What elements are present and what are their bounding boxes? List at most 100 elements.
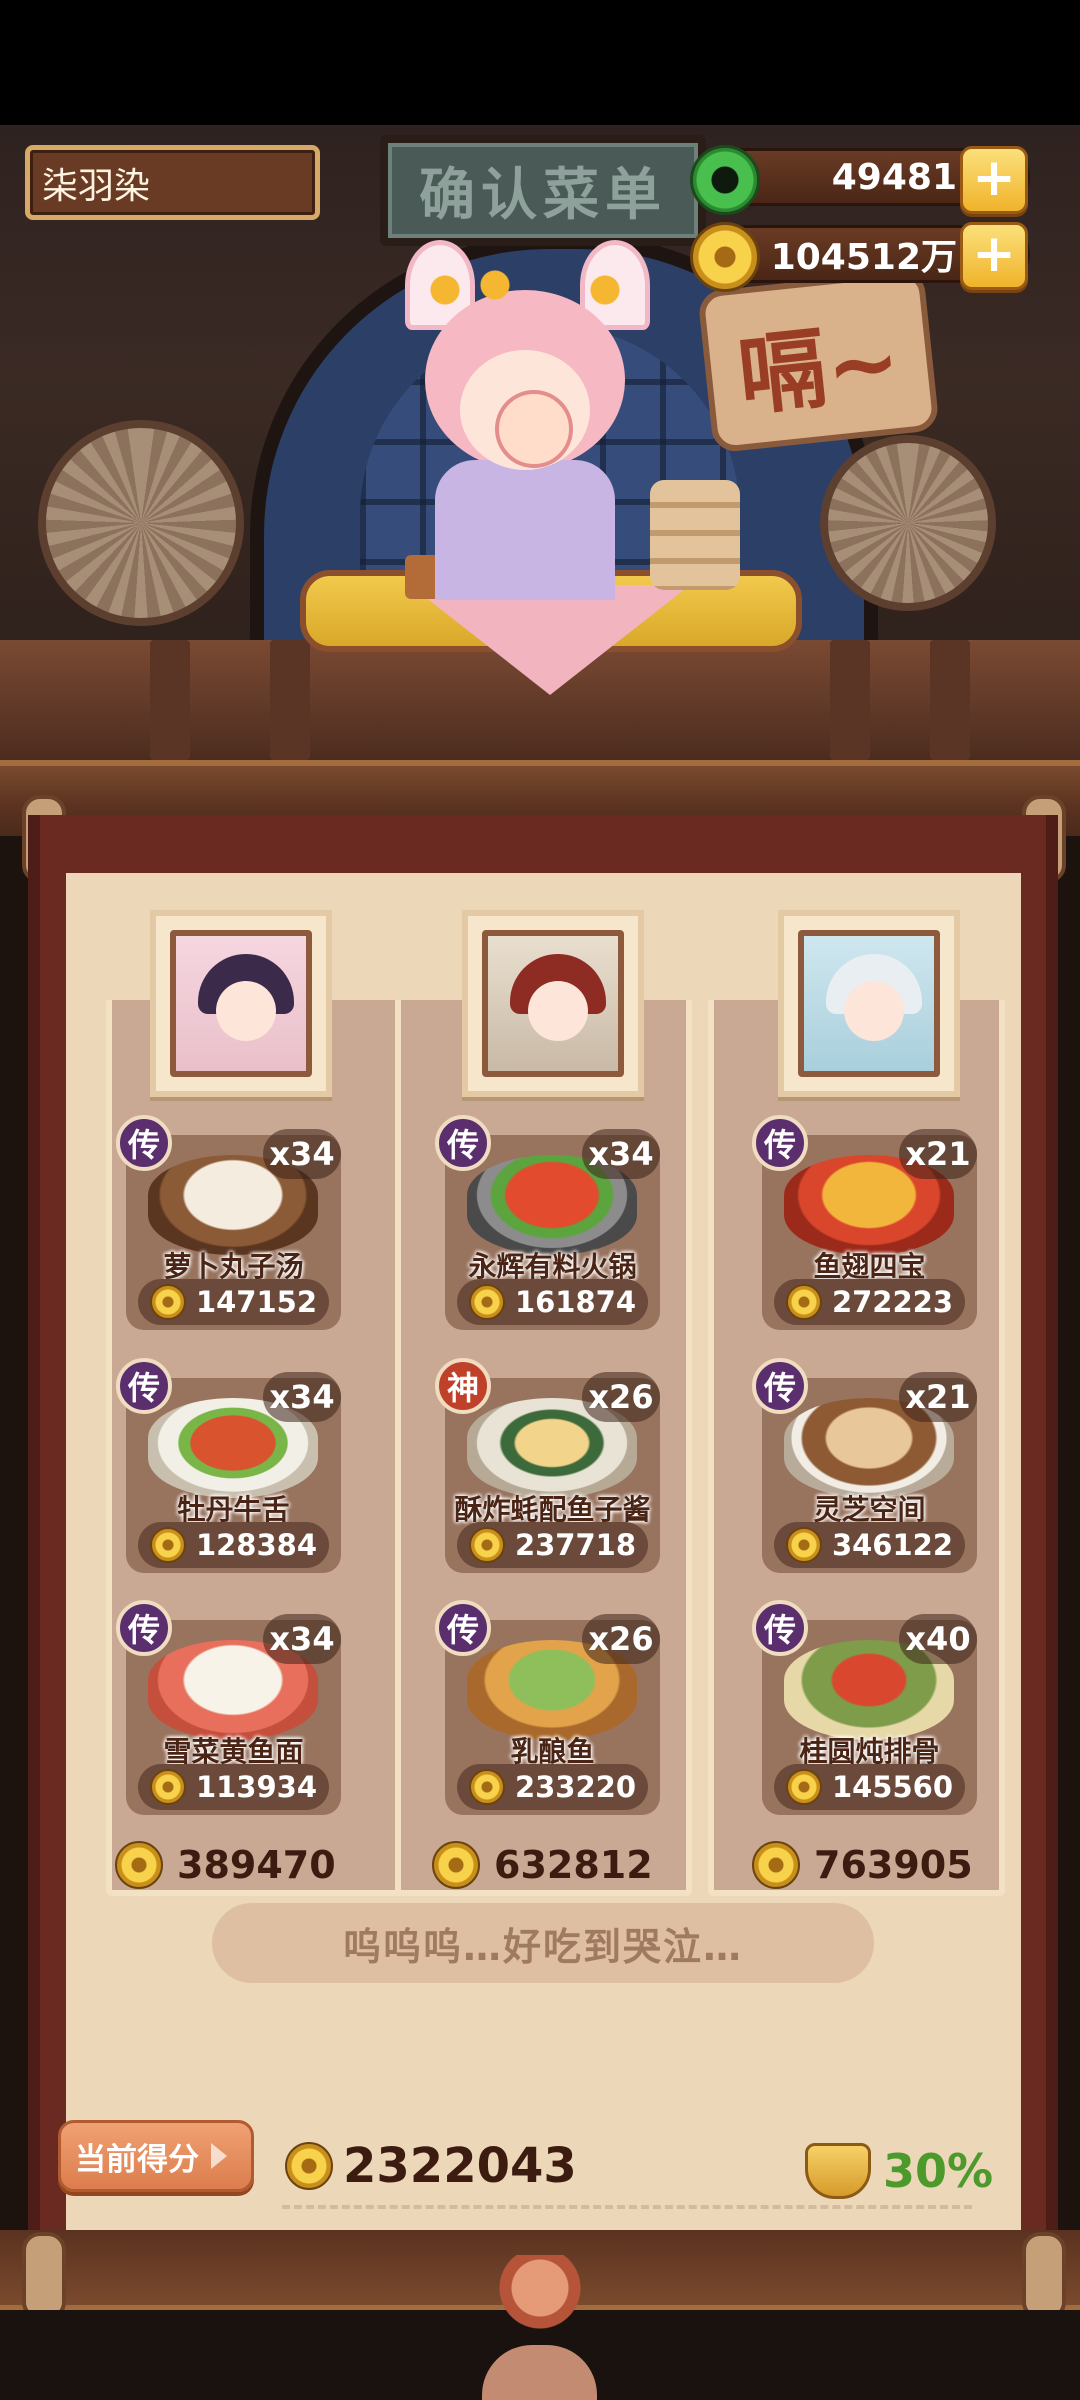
customer-comment: 呜呜呜…好吃到哭泣… — [212, 1903, 874, 1983]
tier-badge: 传 — [435, 1600, 491, 1656]
fan-decoration-right — [820, 435, 996, 611]
hair-flowers — [425, 270, 625, 310]
dish-count: x26 — [582, 1372, 660, 1422]
coin-icon — [149, 1769, 186, 1805]
dish-card[interactable]: 传 x40 桂圆炖排骨 145560 — [752, 1600, 977, 1815]
dish-price: 145560 — [774, 1764, 965, 1810]
portrait-frame — [798, 930, 940, 1077]
dish-card[interactable]: 神 x26 酥炸蚝配鱼子酱 237718 — [435, 1358, 660, 1573]
score-button-label: 当前得分 — [75, 2141, 199, 2178]
tier-badge: 神 — [435, 1358, 491, 1414]
coin-icon — [468, 1527, 505, 1563]
customer-character[interactable] — [405, 230, 650, 600]
dish-card[interactable]: 传 x34 牡丹牛舌 128384 — [116, 1358, 341, 1573]
hand-fan — [495, 390, 573, 468]
speech-bubble: 嗝~ — [697, 268, 940, 454]
dish-price: 237718 — [457, 1522, 648, 1568]
stacked-bowls — [650, 480, 740, 590]
arrow-right-icon — [211, 2143, 227, 2169]
percent-value: 30% — [883, 2144, 994, 2198]
portrait-face — [844, 981, 904, 1041]
dish-card[interactable]: 传 x21 鱼翅四宝 272223 — [752, 1115, 977, 1330]
tier-badge: 传 — [116, 1600, 172, 1656]
portrait-face — [528, 981, 588, 1041]
tier-badge: 传 — [116, 1115, 172, 1171]
railing-post — [150, 640, 190, 760]
money-pot-icon — [805, 2143, 871, 2199]
fan-decoration-left — [38, 420, 244, 626]
price-value: 128384 — [195, 1528, 318, 1562]
coin-icon — [690, 222, 760, 292]
railing-post — [270, 640, 310, 760]
coin-icon — [432, 1841, 480, 1889]
coin-icon — [785, 1769, 822, 1805]
dish-count: x34 — [263, 1614, 341, 1664]
roller-cap — [22, 2232, 66, 2320]
column-total-3: 763905 — [752, 1840, 973, 1890]
player-name[interactable]: 柒羽染 — [25, 145, 320, 220]
portrait-frame — [482, 930, 624, 1077]
dish-count: x34 — [263, 1129, 341, 1179]
guest-portrait-2[interactable] — [462, 910, 644, 1097]
coin-icon — [468, 1769, 505, 1805]
add-jade-button[interactable]: + — [960, 146, 1028, 214]
tier-badge: 传 — [752, 1358, 808, 1414]
price-value: 145560 — [831, 1770, 954, 1804]
price-value: 161874 — [514, 1285, 637, 1319]
tier-badge: 传 — [752, 1600, 808, 1656]
portrait-frame — [170, 930, 312, 1077]
portrait-face — [216, 981, 276, 1041]
total-score-value: 2322043 — [343, 2138, 577, 2194]
dish-card[interactable]: 传 x34 永辉有料火锅 161874 — [435, 1115, 660, 1330]
dish-count: x26 — [582, 1614, 660, 1664]
dish-price: 128384 — [138, 1522, 329, 1568]
bonus-percent: 30% — [805, 2140, 993, 2202]
dish-card[interactable]: 传 x26 乳酿鱼 233220 — [435, 1600, 660, 1815]
price-value: 233220 — [514, 1770, 637, 1804]
column-total-1: 389470 — [115, 1840, 336, 1890]
coin-icon — [785, 1527, 822, 1563]
tier-badge: 传 — [435, 1115, 491, 1171]
dashed-divider — [282, 2205, 972, 2209]
railing-post — [930, 640, 970, 760]
tier-badge: 传 — [752, 1115, 808, 1171]
dish-card[interactable]: 传 x21 灵芝空间 346122 — [752, 1358, 977, 1573]
character-body — [435, 460, 615, 600]
dish-card[interactable]: 传 x34 雪菜黄鱼面 113934 — [116, 1600, 341, 1815]
coin-icon — [785, 1284, 822, 1320]
price-value: 147152 — [195, 1285, 318, 1319]
price-value: 346122 — [831, 1528, 954, 1562]
price-value: 113934 — [195, 1770, 318, 1804]
dish-price: 161874 — [457, 1279, 648, 1325]
coin-icon — [149, 1284, 186, 1320]
dish-price: 272223 — [774, 1279, 965, 1325]
dish-count: x21 — [899, 1129, 977, 1179]
current-score-button[interactable]: 当前得分 — [58, 2120, 254, 2192]
coin-icon — [285, 2142, 333, 2190]
dish-count: x34 — [582, 1129, 660, 1179]
dish-count: x34 — [263, 1372, 341, 1422]
jade-icon — [690, 145, 760, 215]
dish-count: x21 — [899, 1372, 977, 1422]
coin-icon — [115, 1841, 163, 1889]
tier-badge: 传 — [116, 1358, 172, 1414]
dish-price: 346122 — [774, 1522, 965, 1568]
price-value: 272223 — [831, 1285, 954, 1319]
dish-card[interactable]: 传 x34 萝卜丸子汤 147152 — [116, 1115, 341, 1330]
dish-count: x40 — [899, 1614, 977, 1664]
guest-portrait-1[interactable] — [150, 910, 332, 1097]
dish-price: 147152 — [138, 1279, 329, 1325]
coin-icon — [468, 1284, 505, 1320]
dish-price: 113934 — [138, 1764, 329, 1810]
coin-icon — [149, 1527, 186, 1563]
dish-price: 233220 — [457, 1764, 648, 1810]
coin-icon — [752, 1841, 800, 1889]
total-value: 763905 — [814, 1843, 973, 1887]
roller-cap — [1022, 2232, 1066, 2320]
total-score: 2322043 — [285, 2135, 577, 2197]
railing-post — [830, 640, 870, 760]
total-value: 389470 — [177, 1843, 336, 1887]
add-coin-button[interactable]: + — [960, 222, 1028, 290]
guest-portrait-3[interactable] — [778, 910, 960, 1097]
column-total-2: 632812 — [432, 1840, 653, 1890]
